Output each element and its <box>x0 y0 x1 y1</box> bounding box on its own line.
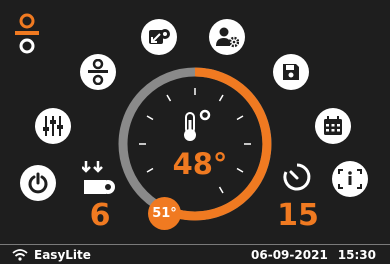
status-bar: EasyLite 06-09-2021 15:30 <box>0 244 390 264</box>
setpoint-badge[interactable]: 51° <box>148 197 181 230</box>
wifi-icon <box>12 248 28 261</box>
status-date: 06-09-2021 <box>251 247 328 262</box>
status-time: 15:30 <box>337 247 376 262</box>
timer-value: 15 <box>277 198 319 233</box>
flow-rate-value: 6 <box>89 198 111 233</box>
thermometer-icon <box>184 109 211 141</box>
temperature-dial[interactable] <box>0 0 390 244</box>
timer-icon <box>283 163 311 191</box>
setpoint-value: 51° <box>152 206 177 221</box>
current-temperature: 48° <box>172 147 228 181</box>
thermostat-screen: 48° 51° 6 15 EasyLite 06-09-2021 15:30 <box>0 0 390 264</box>
timer-indicator <box>282 162 312 192</box>
network-name: EasyLite <box>34 247 91 262</box>
flow-rate-icon <box>81 161 115 194</box>
flow-rate-indicator <box>81 160 116 196</box>
